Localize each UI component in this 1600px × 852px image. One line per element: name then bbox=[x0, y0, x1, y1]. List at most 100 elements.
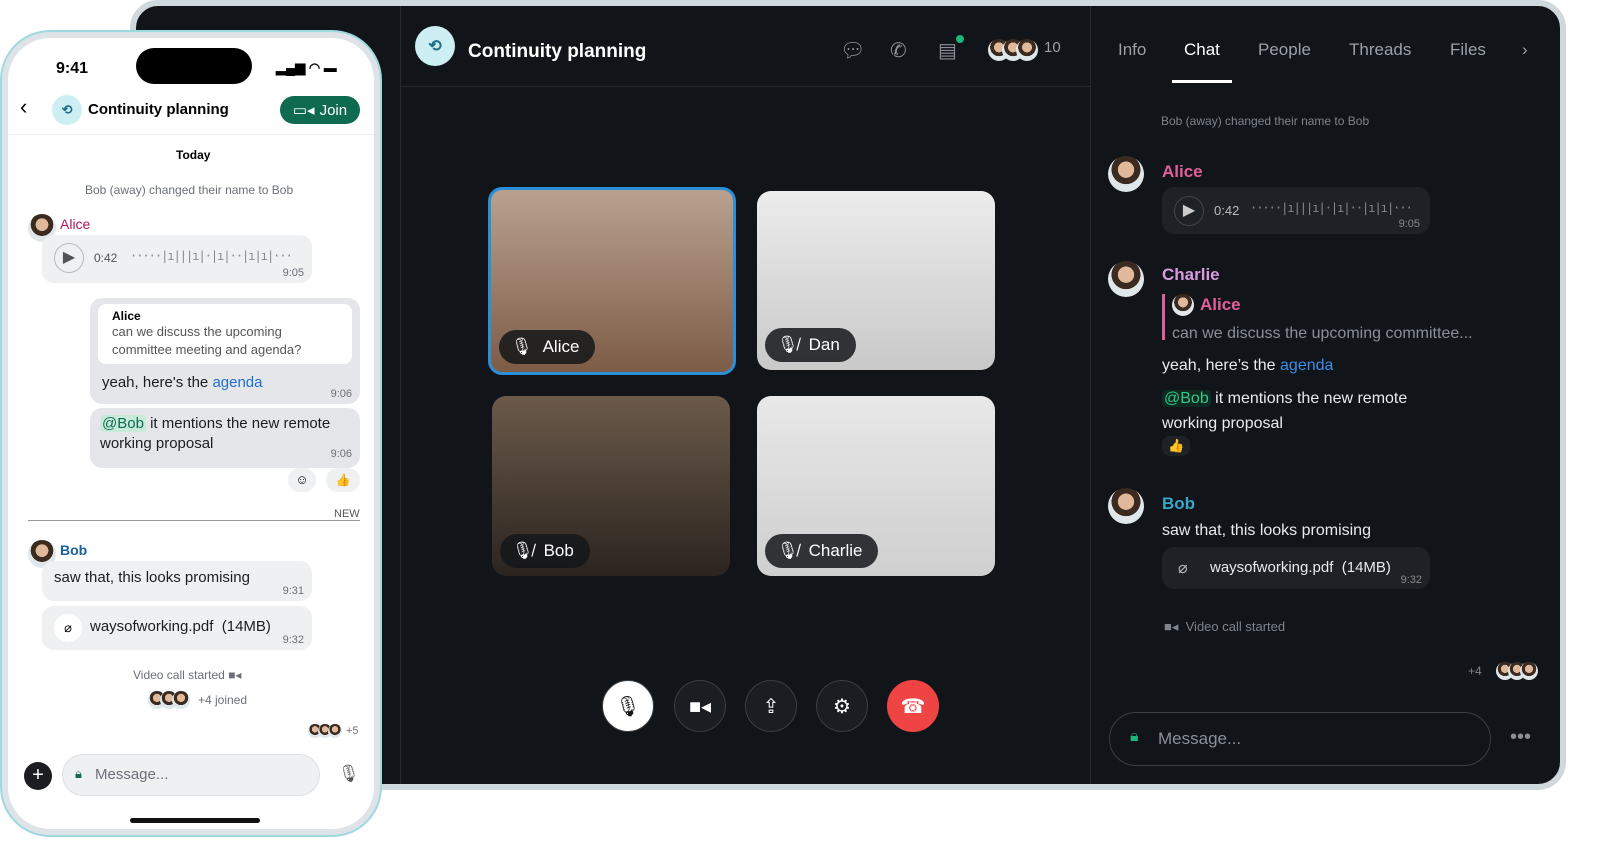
agenda-link[interactable]: agenda bbox=[212, 374, 262, 391]
file-attachment[interactable]: ⌀ waysofworking.pdf (14MB) 9:32 bbox=[1162, 547, 1430, 589]
room-sync-icon: ⟲ bbox=[52, 95, 82, 125]
mention-message: @Bob it mentions the new remote working … bbox=[1162, 390, 1408, 432]
timestamp: 9:32 bbox=[1400, 574, 1422, 586]
agenda-link[interactable]: agenda bbox=[1280, 357, 1333, 374]
add-attachment-button[interactable]: + bbox=[24, 762, 52, 790]
avatar-charlie bbox=[1108, 261, 1144, 297]
video-camera-icon: ■◂ bbox=[228, 668, 242, 682]
room-title: Continuity planning bbox=[88, 101, 229, 118]
phone-frame: 9:41 ▂▄▆ ◠ ▬ ‹ ⟲ Continuity planning ▭◂ J… bbox=[2, 32, 380, 835]
new-label: NEW bbox=[334, 508, 360, 520]
end-call-button[interactable]: ☎ bbox=[887, 680, 939, 732]
timestamp: 9:32 bbox=[282, 634, 304, 646]
read-receipts[interactable] bbox=[1496, 662, 1538, 680]
reaction-thumbs-up[interactable]: 👍 bbox=[326, 468, 360, 492]
home-indicator bbox=[130, 818, 260, 823]
quote-name: Alice bbox=[1200, 295, 1241, 314]
avatar-bob bbox=[1108, 488, 1144, 524]
timestamp: 9:05 bbox=[1398, 218, 1420, 230]
sender-bob: Bob bbox=[1162, 494, 1196, 513]
message-placeholder: Message... bbox=[1158, 729, 1242, 748]
reply-message[interactable]: Alice can we discuss the upcoming commit… bbox=[90, 298, 360, 404]
message-input[interactable]: 🔒︎ Message... bbox=[1109, 712, 1491, 766]
voice-message[interactable]: ▶ 0:42 ·····|ı|||ı|·|ı|··|ı|ı|··· 9:05 bbox=[1162, 187, 1430, 234]
quoted-message[interactable]: Alice can we discuss the upcoming commit… bbox=[98, 304, 352, 364]
file-name: waysofworking.pdf bbox=[1210, 559, 1334, 576]
settings-button[interactable]: ⚙ bbox=[816, 680, 868, 732]
lock-icon: 🔒︎ bbox=[1130, 728, 1139, 745]
timestamp: 9:05 bbox=[282, 267, 304, 279]
message-text: yeah, here's the bbox=[102, 374, 213, 391]
voice-duration: 0:42 bbox=[1214, 203, 1240, 218]
divider-left bbox=[400, 6, 401, 784]
tab-files[interactable]: Files bbox=[1450, 40, 1486, 60]
tile-name: Charlie bbox=[808, 541, 863, 560]
chat-bubble-icon[interactable]: 💬︎ bbox=[840, 38, 865, 63]
mention-bob[interactable]: @Bob bbox=[1162, 390, 1211, 407]
sender-charlie: Charlie bbox=[1162, 265, 1220, 284]
video-tile-alice[interactable]: 🎙︎ Alice bbox=[488, 187, 736, 375]
mention-bob[interactable]: @Bob bbox=[100, 415, 146, 432]
voice-duration: 0:42 bbox=[94, 251, 118, 265]
voice-message[interactable]: ▶ 0:42 ·····|ı|||ı|·|ı|··|ı|ı|··· 9:05 bbox=[42, 235, 312, 283]
timestamp: 9:06 bbox=[330, 388, 352, 400]
tab-info[interactable]: Info bbox=[1118, 40, 1146, 60]
message-input[interactable]: 🔒︎ Message... bbox=[62, 754, 320, 796]
readers-more: +4 bbox=[1468, 664, 1482, 678]
sender-bob: Bob bbox=[60, 542, 88, 558]
quote-name: Alice bbox=[112, 309, 141, 323]
divider-right bbox=[1090, 6, 1091, 784]
video-tile-charlie[interactable]: 🎙︎̸ Charlie bbox=[757, 396, 995, 576]
waveform: ·····|ı|||ı|·|ı|··|ı|ı|··· bbox=[130, 249, 293, 263]
quote-avatar bbox=[1172, 294, 1194, 316]
play-icon[interactable]: ▶ bbox=[54, 243, 84, 273]
tabs-next-chevron-icon[interactable]: › bbox=[1522, 40, 1528, 60]
message-placeholder: Message... bbox=[95, 766, 169, 783]
joined-avatars[interactable]: +4 joined bbox=[148, 691, 247, 709]
file-size: (14MB) bbox=[1341, 559, 1391, 576]
camera-button[interactable]: ■◂ bbox=[674, 680, 726, 732]
read-receipts[interactable]: +5 bbox=[308, 724, 359, 738]
dynamic-island bbox=[136, 48, 252, 84]
join-button[interactable]: ▭◂ Join bbox=[280, 96, 360, 124]
tab-indicator bbox=[1172, 80, 1232, 83]
tab-threads[interactable]: Threads bbox=[1349, 40, 1411, 60]
share-screen-button[interactable]: ⇪ bbox=[745, 680, 797, 732]
paperclip-icon: ⌀ bbox=[54, 614, 82, 642]
header-divider bbox=[400, 86, 1090, 87]
bob-message[interactable]: saw that, this looks promising 9:31 bbox=[42, 561, 312, 601]
threads-icon[interactable]: ▤ bbox=[938, 35, 964, 63]
sender-alice: Alice bbox=[60, 216, 91, 232]
header-divider bbox=[8, 134, 374, 135]
mic-icon: 🎙︎ bbox=[511, 337, 533, 356]
quote-text: can we discuss the upcoming committee... bbox=[1172, 325, 1473, 342]
reaction-thumbs-up[interactable]: 👍 bbox=[1162, 436, 1191, 456]
video-tile-bob[interactable]: 🎙︎̸ Bob bbox=[492, 396, 730, 576]
tile-name: Dan bbox=[808, 335, 840, 354]
status-clock: 9:41 bbox=[56, 60, 89, 77]
video-camera-icon: ▭◂ bbox=[292, 102, 315, 119]
more-options-icon[interactable]: ••• bbox=[1510, 726, 1531, 749]
mic-muted-icon: 🎙︎̸ bbox=[777, 541, 799, 560]
mic-muted-icon: 🎙︎̸ bbox=[777, 335, 799, 354]
joined-count: +4 joined bbox=[198, 693, 248, 707]
participant-avatars[interactable]: 10 bbox=[988, 39, 1061, 61]
mention-message[interactable]: @Bob it mentions the new remote working … bbox=[90, 408, 360, 468]
back-chevron-icon[interactable]: ‹ bbox=[20, 94, 27, 120]
participant-count: 10 bbox=[1044, 39, 1061, 56]
tab-people[interactable]: People bbox=[1258, 40, 1311, 60]
play-icon[interactable]: ▶ bbox=[1174, 196, 1204, 226]
microphone-icon[interactable]: 🎙︎ bbox=[338, 764, 360, 784]
mute-button[interactable]: 🎙︎ bbox=[602, 680, 654, 732]
room-title: Continuity planning bbox=[468, 41, 647, 62]
file-name: waysofworking.pdf (14MB) bbox=[90, 618, 271, 635]
timestamp: 9:06 bbox=[330, 448, 352, 460]
message-text: saw that, this looks promising bbox=[1162, 522, 1371, 539]
tab-chat[interactable]: Chat bbox=[1184, 40, 1220, 60]
phone-icon[interactable]: ✆ bbox=[890, 38, 907, 63]
video-tile-dan[interactable]: 🎙︎̸ Dan bbox=[757, 191, 995, 370]
new-divider bbox=[28, 520, 360, 521]
tile-name: Alice bbox=[542, 337, 580, 356]
add-reaction-icon[interactable]: ☺ bbox=[288, 468, 316, 492]
file-attachment[interactable]: ⌀ waysofworking.pdf (14MB) 9:32 bbox=[42, 606, 312, 650]
